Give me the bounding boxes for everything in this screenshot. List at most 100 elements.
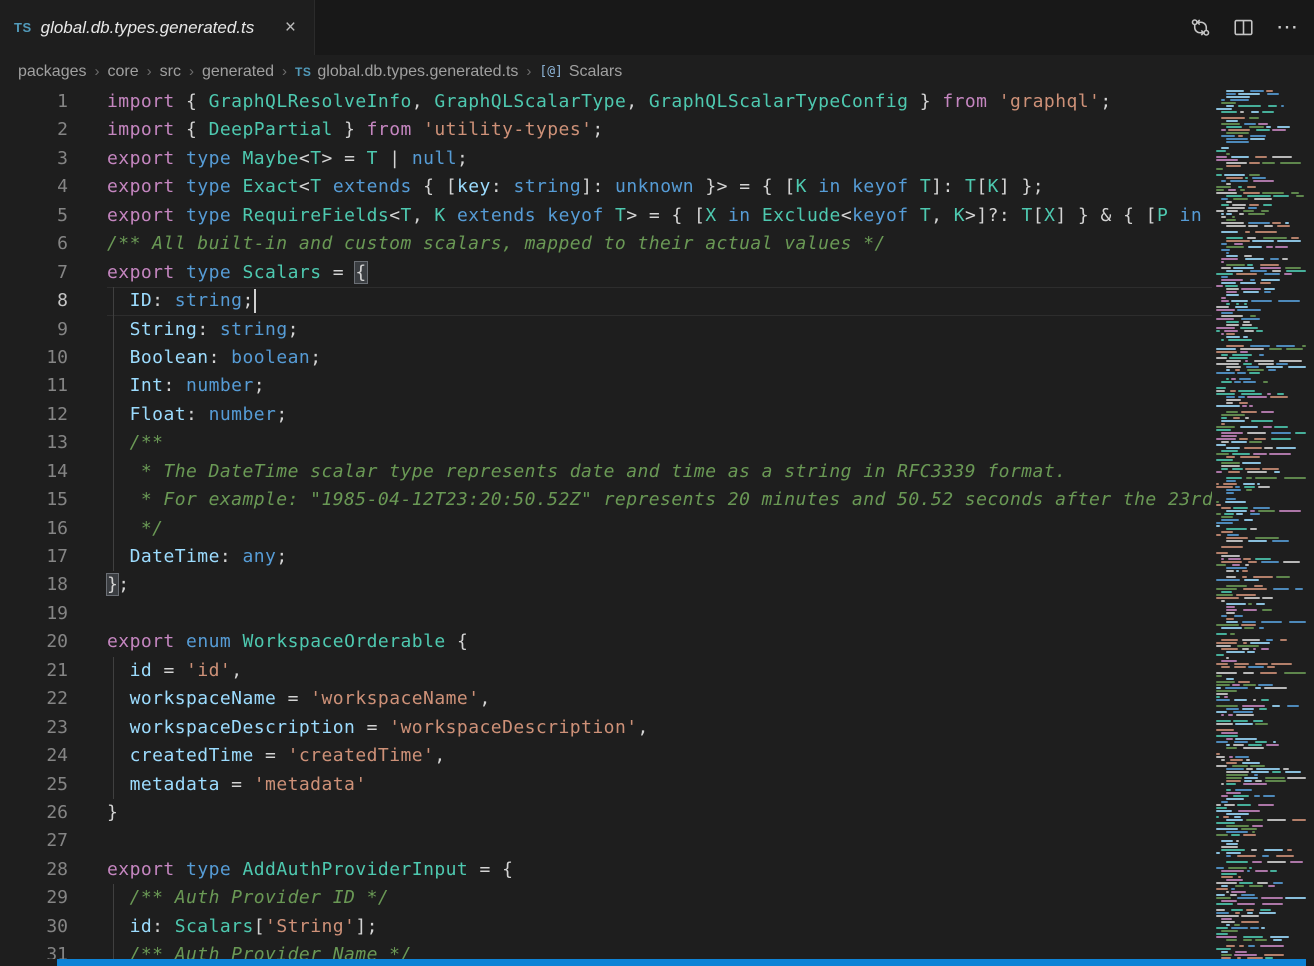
- minimap-line: [1216, 657, 1306, 659]
- code-line-27[interactable]: [107, 827, 1314, 855]
- code-token: type: [186, 262, 231, 283]
- code-token: [107, 319, 130, 340]
- minimap-line: [1216, 516, 1306, 518]
- code-line-30[interactable]: id: Scalars['String'];: [107, 913, 1314, 941]
- minimap-line: [1216, 225, 1306, 227]
- minimap-line: [1216, 228, 1306, 230]
- code-token: createdTime: [130, 745, 254, 766]
- line-number: 20: [0, 628, 68, 656]
- minimap-line: [1216, 885, 1306, 887]
- breadcrumb-item-packages[interactable]: packages: [18, 63, 87, 81]
- code-token: {: [175, 91, 209, 112]
- minimap-line: [1216, 942, 1306, 944]
- line-number: 10: [0, 344, 68, 372]
- code-line-16[interactable]: */: [107, 515, 1314, 543]
- code-token: Int: [130, 375, 164, 396]
- code-line-18[interactable]: };: [107, 571, 1314, 599]
- minimap-line: [1216, 174, 1306, 176]
- minimap-line: [1216, 642, 1306, 644]
- code-line-19[interactable]: [107, 600, 1314, 628]
- code-line-14[interactable]: * The DateTime scalar type represents da…: [107, 458, 1314, 486]
- editor[interactable]: 1234567891011121314151617181920212223242…: [0, 88, 1314, 959]
- code-line-6[interactable]: /** All built-in and custom scalars, map…: [107, 230, 1314, 258]
- minimap-line: [1216, 348, 1306, 350]
- minimap-line: [1216, 816, 1306, 818]
- minimap[interactable]: [1212, 88, 1314, 959]
- code-line-15[interactable]: * For example: "1985-04-12T23:20:50.52Z"…: [107, 486, 1314, 514]
- minimap-line: [1216, 528, 1306, 530]
- code-token: /** All built-in and custom scalars, map…: [107, 233, 886, 254]
- code-token: <: [299, 176, 310, 197]
- minimap-line: [1216, 264, 1306, 266]
- code-token: DateTime: [130, 546, 220, 567]
- code-line-5[interactable]: export type RequireFields<T, K extends k…: [107, 202, 1314, 230]
- minimap-line: [1216, 606, 1306, 608]
- code-line-28[interactable]: export type AddAuthProviderInput = {: [107, 856, 1314, 884]
- code-line-12[interactable]: Float: number;: [107, 401, 1314, 429]
- minimap-line: [1216, 531, 1306, 533]
- code-token: K: [434, 205, 445, 226]
- code-token: ID: [130, 290, 153, 311]
- close-icon[interactable]: ×: [281, 16, 300, 39]
- breadcrumb-item-generated[interactable]: generated: [202, 63, 274, 81]
- breadcrumb-label: packages: [18, 63, 87, 81]
- code-line-24[interactable]: createdTime = 'createdTime',: [107, 742, 1314, 770]
- breadcrumb-item-scalars[interactable]: [@]Scalars: [539, 63, 622, 81]
- code-line-11[interactable]: Int: number;: [107, 372, 1314, 400]
- minimap-line: [1216, 330, 1306, 332]
- code-token: }: [107, 802, 118, 823]
- minimap-line: [1216, 450, 1306, 452]
- code-token: [107, 404, 130, 425]
- minimap-line: [1216, 729, 1306, 731]
- code-line-2[interactable]: import { DeepPartial } from 'utility-typ…: [107, 116, 1314, 144]
- code-line-8[interactable]: ID: string;: [107, 287, 1314, 315]
- split-editor-icon[interactable]: [1233, 17, 1254, 38]
- code-token: Scalars: [175, 916, 254, 937]
- minimap-line: [1216, 732, 1306, 734]
- code-line-26[interactable]: }: [107, 799, 1314, 827]
- code-line-1[interactable]: import { GraphQLResolveInfo, GraphQLScal…: [107, 88, 1314, 116]
- minimap-line: [1216, 903, 1306, 905]
- code-line-7[interactable]: export type Scalars = {: [107, 259, 1314, 287]
- code-token: T: [920, 205, 931, 226]
- open-changes-icon[interactable]: [1190, 17, 1211, 38]
- breadcrumb-label: src: [160, 63, 181, 81]
- minimap-line: [1216, 195, 1306, 197]
- code-line-31[interactable]: /** Auth Provider Name */: [107, 941, 1314, 959]
- indent-guide: [113, 287, 114, 315]
- code-token: [322, 176, 333, 197]
- code-line-22[interactable]: workspaceName = 'workspaceName',: [107, 685, 1314, 713]
- code-line-25[interactable]: metadata = 'metadata': [107, 771, 1314, 799]
- code-token: export: [107, 859, 175, 880]
- minimap-line: [1216, 456, 1306, 458]
- code-token: X: [1044, 205, 1055, 226]
- code-line-4[interactable]: export type Exact<T extends { [key: stri…: [107, 173, 1314, 201]
- code-lines[interactable]: import { GraphQLResolveInfo, GraphQLScal…: [68, 88, 1314, 959]
- code-line-3[interactable]: export type Maybe<T> = T | null;: [107, 145, 1314, 173]
- tab-global-db-types-generated[interactable]: TS global.db.types.generated.ts ×: [0, 0, 315, 55]
- code-line-29[interactable]: /** Auth Provider ID */: [107, 884, 1314, 912]
- minimap-line: [1216, 630, 1306, 632]
- code-line-23[interactable]: workspaceDescription = 'workspaceDescrip…: [107, 714, 1314, 742]
- code-line-17[interactable]: DateTime: any;: [107, 543, 1314, 571]
- code-token: ;: [276, 546, 287, 567]
- code-token: ];: [355, 916, 378, 937]
- code-line-20[interactable]: export enum WorkspaceOrderable {: [107, 628, 1314, 656]
- minimap-line: [1216, 852, 1306, 854]
- code-token: any: [242, 546, 276, 567]
- minimap-line: [1216, 678, 1306, 680]
- breadcrumb-item-core[interactable]: core: [108, 63, 139, 81]
- code-line-21[interactable]: id = 'id',: [107, 657, 1314, 685]
- more-actions-icon[interactable]: ⋯: [1276, 23, 1298, 32]
- code-token: string: [220, 319, 288, 340]
- minimap-line: [1216, 609, 1306, 611]
- code-line-13[interactable]: /**: [107, 429, 1314, 457]
- code-token: T: [615, 205, 626, 226]
- code-line-10[interactable]: Boolean: boolean;: [107, 344, 1314, 372]
- minimap-line: [1216, 906, 1306, 908]
- code-line-9[interactable]: String: string;: [107, 316, 1314, 344]
- breadcrumb-item-global-db-types-generated-ts[interactable]: TSglobal.db.types.generated.ts: [295, 63, 518, 81]
- code-token: }: [333, 119, 367, 140]
- breadcrumb-item-src[interactable]: src: [160, 63, 181, 81]
- minimap-line: [1216, 777, 1306, 779]
